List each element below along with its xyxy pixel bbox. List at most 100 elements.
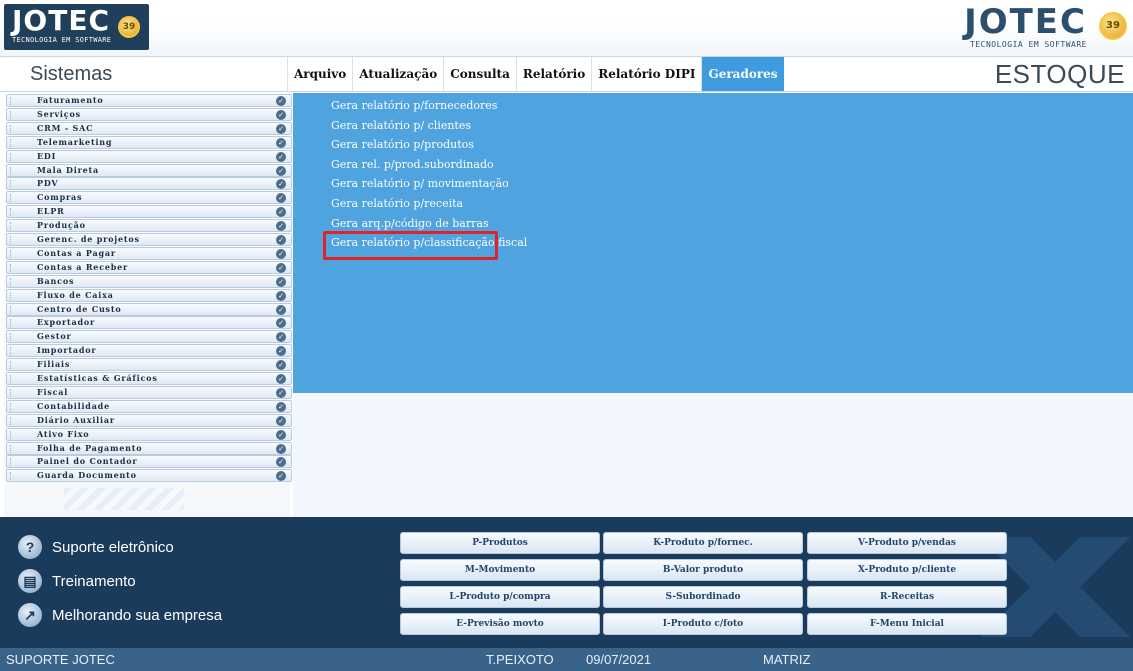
shortcut-button[interactable]: X-Produto p/cliente [807, 559, 1007, 581]
menu-geradores[interactable]: Geradores [701, 57, 784, 91]
shortcut-button[interactable]: M-Movimento [400, 559, 600, 581]
check-circle-icon: ✓ [276, 151, 286, 162]
sidebar-item-label: Fluxo de Caixa [37, 289, 114, 300]
status-user: T.PEIXOTO [486, 652, 554, 667]
sidebar-item-label: Gestor [37, 331, 72, 342]
jotec-logo-left: JOTEC TECNOLOGIA EM SOFTWARE 39 [4, 4, 149, 50]
generator-link[interactable]: Gera relatório p/ movimentação [331, 177, 509, 190]
check-circle-icon: ✓ [276, 276, 286, 287]
shortcut-button[interactable]: S-Subordinado [603, 586, 803, 608]
generator-link[interactable]: Gera relatório p/produtos [331, 138, 474, 151]
menu-consulta[interactable]: Consulta [443, 57, 516, 91]
check-circle-icon: ✓ [276, 332, 286, 343]
status-support: SUPORTE JOTEC [6, 652, 115, 667]
sidebar-item[interactable]: CRM - SAC ✓ [6, 121, 292, 135]
support-link[interactable]: ? Suporte eletrônico [18, 535, 174, 559]
drag-grip-icon [10, 458, 12, 467]
header: JOTEC TECNOLOGIA EM SOFTWARE 39 JOTEC TE… [0, 0, 1133, 56]
drag-grip-icon [10, 124, 12, 133]
sidebar-item[interactable]: Contas a Receber ✓ [6, 260, 292, 274]
sidebar-item[interactable]: Contas a Pagar ✓ [6, 246, 292, 260]
drag-grip-icon [10, 208, 12, 217]
sidebar-item[interactable]: Compras ✓ [6, 191, 292, 205]
sidebar-item-label: ELPR [37, 206, 65, 217]
sidebar-item[interactable]: EDI ✓ [6, 149, 292, 163]
drag-grip-icon [10, 375, 12, 383]
sidebar-item[interactable]: Folha de Pagamento ✓ [6, 441, 292, 455]
shortcut-button[interactable]: R-Receitas [807, 586, 1007, 608]
shortcut-button[interactable]: E-Previsão movto [400, 613, 600, 635]
sidebar-item-label: Mala Direta [37, 164, 100, 175]
drag-grip-icon [10, 388, 12, 397]
sidebar-item[interactable]: Diário Auxiliar ✓ [6, 413, 292, 427]
drag-grip-icon [10, 236, 12, 244]
drag-grip-icon [10, 361, 12, 370]
sidebar-item[interactable]: Gestor ✓ [6, 330, 292, 344]
sidebar-item-label: Estatísticas & Gráficos [37, 373, 158, 383]
drag-grip-icon [10, 472, 12, 481]
check-circle-icon: ✓ [276, 137, 286, 148]
sidebar-item[interactable]: Contabilidade ✓ [6, 399, 292, 413]
drag-grip-icon [10, 333, 12, 342]
sidebar-item[interactable]: Mala Direta ✓ [6, 163, 292, 177]
shortcut-button[interactable]: B-Valor produto [603, 559, 803, 581]
sidebar-item[interactable]: Importador ✓ [6, 344, 292, 358]
shortcut-button[interactable]: V-Produto p/vendas [807, 532, 1007, 554]
check-circle-icon: ✓ [276, 401, 286, 412]
sidebar-item[interactable]: Produção ✓ [6, 219, 292, 233]
jotec-logo-right: JOTEC TECNOLOGIA EM SOFTWARE 39 [949, 4, 1129, 50]
sidebar-item[interactable]: Gerenc. de projetos ✓ [6, 233, 292, 246]
bottom-panel: ? Suporte eletrônico ▤ Treinamento ↗ Melhoran… [0, 517, 1133, 648]
shortcut-button[interactable]: I-Produto c/foto [603, 613, 803, 635]
sidebar-item[interactable]: Fluxo de Caixa ✓ [6, 288, 292, 302]
anniversary-seal-icon: 39 [118, 16, 140, 38]
sidebar-item-label: PDV [37, 178, 59, 189]
sidebar-item[interactable]: Estatísticas & Gráficos ✓ [6, 372, 292, 385]
sidebar-item[interactable]: ELPR ✓ [6, 205, 292, 219]
check-circle-icon: ✓ [276, 304, 286, 315]
menu-relat-rio[interactable]: Relatório [515, 57, 591, 91]
menu-atualiza-o[interactable]: Atualização [352, 57, 443, 91]
drag-grip-icon [10, 222, 12, 231]
sidebar-item[interactable]: Guarda Documento ✓ [6, 469, 292, 483]
generator-link[interactable]: Gera relatório p/ clientes [331, 119, 471, 132]
generator-link[interactable]: Gera arq.p/código de barras [331, 217, 489, 230]
logo-right-tagline: TECNOLOGIA EM SOFTWARE [970, 40, 1087, 49]
menu-relat-rio-dipi[interactable]: Relatório DIPI [591, 57, 701, 91]
check-circle-icon: ✓ [276, 248, 286, 259]
drag-grip-icon [10, 180, 12, 189]
sidebar-item-label: Centro de Custo [37, 303, 122, 314]
sidebar-item[interactable]: Faturamento ✓ [6, 94, 292, 107]
sidebar-item[interactable]: Centro de Custo ✓ [6, 302, 292, 316]
sidebar-item-label: Bancos [37, 275, 75, 286]
menu-arquivo[interactable]: Arquivo [287, 57, 352, 91]
support-link[interactable]: ▤ Treinamento [18, 569, 136, 593]
sidebar-item[interactable]: Filiais ✓ [6, 358, 292, 372]
sidebar-item-label: Faturamento [37, 95, 104, 105]
sidebar-item[interactable]: Bancos ✓ [6, 274, 292, 288]
sidebar-item[interactable]: Ativo Fixo ✓ [6, 427, 292, 441]
sidebar-item[interactable]: Painel do Contador ✓ [6, 455, 292, 469]
generator-link[interactable]: Gera rel. p/prod.subordinado [331, 158, 494, 171]
shortcut-button[interactable]: L-Produto p/compra [400, 586, 600, 608]
sidebar-item[interactable]: Telemarketing ✓ [6, 135, 292, 149]
sidebar-decoration [64, 488, 184, 510]
shortcut-button[interactable]: F-Menu Inicial [807, 613, 1007, 635]
shortcut-button[interactable]: P-Produtos [400, 532, 600, 554]
check-circle-icon: ✓ [276, 471, 286, 482]
sidebar-item[interactable]: Fiscal ✓ [6, 385, 292, 399]
generator-link[interactable]: Gera relatório p/fornecedores [331, 99, 497, 112]
sidebar-item-label: Compras [37, 192, 83, 203]
support-link[interactable]: ↗ Melhorando sua empresa [18, 603, 222, 627]
shortcut-button[interactable]: K-Produto p/fornec. [603, 532, 803, 554]
generator-link[interactable]: Gera relatório p/receita [331, 197, 463, 210]
check-circle-icon: ✓ [276, 346, 286, 357]
sidebar-item[interactable]: Serviços ✓ [6, 107, 292, 121]
sidebar-item[interactable]: PDV ✓ [6, 177, 292, 191]
help-icon: ? [18, 535, 42, 559]
sidebar-item-label: Produção [37, 220, 86, 231]
sidebar-item-label: EDI [37, 150, 57, 161]
sidebar-item[interactable]: Exportador ✓ [6, 316, 292, 330]
module-title: ESTOQUE [994, 59, 1125, 89]
highlight-box [323, 231, 498, 260]
